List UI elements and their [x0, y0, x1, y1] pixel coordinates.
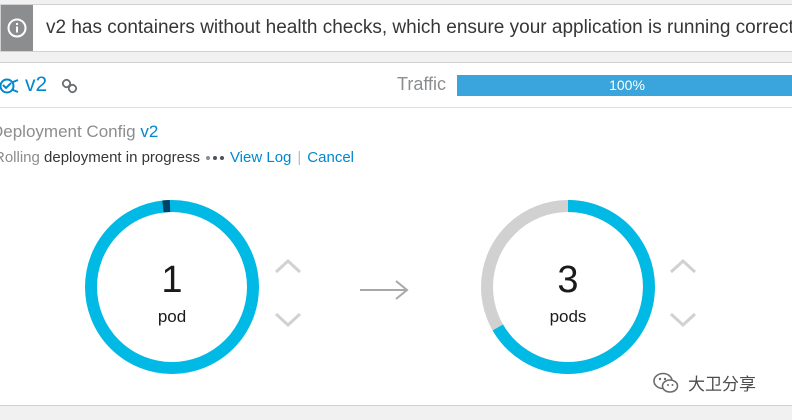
scale-up-icon[interactable] — [273, 256, 303, 278]
new-pods-donut: 3 pods — [480, 199, 656, 375]
alert-icon-box — [1, 5, 33, 51]
service-icon — [0, 78, 19, 94]
info-icon — [7, 18, 27, 38]
deployment-config-title: Deployment Config v2 — [0, 122, 158, 142]
scale-up-icon[interactable] — [668, 256, 698, 278]
link-separator: | — [297, 149, 302, 166]
scale-down-icon[interactable] — [273, 308, 303, 330]
deployment-config-label: Deployment Config — [0, 122, 136, 141]
arrow-right-icon — [360, 280, 409, 300]
old-pods-donut: 1 pod — [84, 199, 260, 375]
new-pods-unit: pods — [549, 307, 587, 326]
new-pods-count: 3 — [557, 259, 579, 301]
link-icon[interactable] — [61, 77, 79, 95]
old-pods-unit: pod — [157, 307, 187, 326]
card-header: v2 Traffic 100% — [0, 63, 792, 108]
health-check-alert: v2 has containers without health checks,… — [0, 4, 792, 52]
alert-message: v2 has containers without health checks,… — [46, 17, 792, 38]
old-pods-pending-arc — [162, 200, 171, 213]
deployment-page: v2 has containers without health checks,… — [0, 0, 792, 420]
traffic-label: Traffic — [397, 74, 447, 94]
wechat-icon — [653, 372, 679, 393]
rollout-status: Rolling deployment in progress View Log … — [0, 149, 354, 166]
watermark-text: 大卫分享 — [688, 375, 756, 394]
rollout-status-text: deployment in progress — [44, 149, 200, 166]
traffic-bar: 100% — [457, 75, 792, 96]
old-pods-scale-controls — [273, 256, 303, 330]
rollout-strategy: Rolling — [0, 149, 40, 166]
new-pods-scale-controls — [668, 256, 698, 330]
deployment-config-name-link[interactable]: v2 — [140, 122, 158, 141]
cancel-link[interactable]: Cancel — [307, 149, 354, 166]
view-log-link[interactable]: View Log — [230, 149, 291, 166]
deployment-name-link[interactable]: v2 — [25, 73, 47, 97]
scale-down-icon[interactable] — [668, 308, 698, 330]
traffic-percent: 100% — [609, 77, 645, 93]
progress-dots-icon — [205, 155, 224, 160]
old-pods-count: 1 — [161, 259, 183, 301]
watermark: 大卫分享 — [652, 370, 756, 395]
